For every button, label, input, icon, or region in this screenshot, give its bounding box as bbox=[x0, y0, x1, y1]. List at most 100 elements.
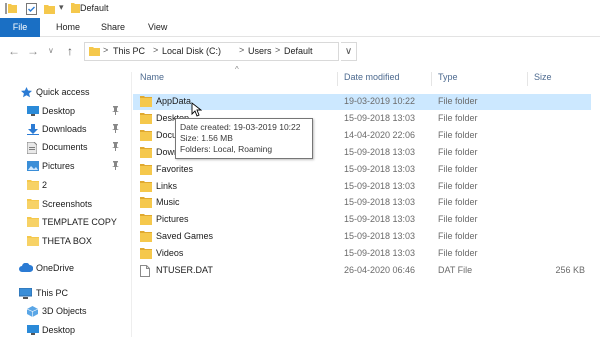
tooltip-folders: Folders: Local, Roaming bbox=[180, 144, 273, 154]
file-date-modified: 15-09-2018 13:03 bbox=[344, 197, 416, 207]
pin-icon[interactable] bbox=[112, 142, 119, 153]
file-name: NTUSER.DAT bbox=[156, 265, 213, 275]
address-bar[interactable]: > This PC > Local Disk (C:) > Users > De… bbox=[84, 42, 339, 61]
file-type: DAT File bbox=[438, 265, 473, 275]
sidebar-item-theta-box[interactable]: THETA BOX bbox=[0, 233, 130, 251]
column-header-name[interactable]: Name bbox=[140, 72, 164, 88]
sidebar-item-this-pc[interactable]: This PC bbox=[0, 285, 130, 303]
up-button[interactable]: ↑ bbox=[67, 44, 73, 58]
sidebar-item-documents[interactable]: Documents bbox=[0, 139, 130, 157]
sidebar-item-pictures[interactable]: Pictures bbox=[0, 158, 130, 176]
sidebar-item-label: This PC bbox=[36, 288, 69, 298]
column-divider[interactable] bbox=[527, 72, 528, 86]
sidebar-item-template-copy[interactable]: TEMPLATE COPY bbox=[0, 214, 130, 232]
sidebar-item-label: Documents bbox=[42, 142, 88, 152]
file-row[interactable]: Links 15-09-2018 13:03 File folder bbox=[133, 179, 591, 195]
download-icon bbox=[27, 124, 39, 137]
recent-locations-button[interactable]: ∨ bbox=[48, 46, 54, 55]
properties-icon[interactable] bbox=[26, 3, 37, 17]
sidebar-item-2[interactable]: 2 bbox=[0, 177, 130, 195]
new-folder-icon[interactable] bbox=[44, 3, 55, 16]
file-name: AppData bbox=[156, 96, 192, 106]
file-row[interactable]: Favorites 15-09-2018 13:03 File folder bbox=[133, 162, 591, 178]
crumb-separator: > bbox=[275, 45, 281, 55]
folder-tooltip: Date created: 19-03-2019 10:22 Size: 1.5… bbox=[175, 118, 313, 159]
tab-file[interactable]: File bbox=[0, 18, 40, 37]
file-row[interactable]: NTUSER.DAT 26-04-2020 06:46 DAT File 256 KB bbox=[133, 263, 591, 279]
file-icon bbox=[140, 265, 150, 279]
sidebar-item-label: Desktop bbox=[42, 106, 76, 116]
folder-app-icon bbox=[5, 3, 17, 16]
folder-icon bbox=[140, 164, 152, 177]
file-row[interactable]: Saved Games 15-09-2018 13:03 File folder bbox=[133, 229, 591, 245]
column-divider[interactable] bbox=[337, 72, 338, 86]
crumb-separator: > bbox=[103, 45, 109, 55]
folder-icon bbox=[140, 181, 152, 194]
folder-icon bbox=[140, 231, 152, 244]
folder-icon bbox=[27, 180, 39, 192]
sidebar-item-label: 2 bbox=[42, 180, 48, 190]
file-type: File folder bbox=[438, 214, 478, 224]
crumb-default[interactable]: Default bbox=[284, 46, 313, 56]
file-row[interactable]: Pictures 15-09-2018 13:03 File folder bbox=[133, 212, 591, 228]
file-name: Links bbox=[156, 181, 178, 191]
file-name: Saved Games bbox=[156, 231, 214, 241]
file-date-modified: 26-04-2020 06:46 bbox=[344, 265, 416, 275]
file-type: File folder bbox=[438, 181, 478, 191]
file-size: 256 KB bbox=[555, 265, 585, 275]
folder-icon bbox=[140, 197, 152, 210]
sidebar-item-label: OneDrive bbox=[36, 263, 75, 273]
desktop-icon bbox=[27, 106, 39, 118]
sidebar-item-quick-access[interactable]: Quick access bbox=[0, 84, 130, 102]
file-type: File folder bbox=[438, 96, 478, 106]
sidebar-item-label: Downloads bbox=[42, 124, 87, 134]
sidebar-item-label: THETA BOX bbox=[42, 236, 92, 246]
file-name: Pictures bbox=[156, 214, 189, 224]
folder-icon bbox=[140, 248, 152, 261]
sidebar-item-label: TEMPLATE COPY bbox=[42, 217, 117, 227]
cube-icon bbox=[26, 306, 39, 319]
sidebar-item-desktop[interactable]: Desktop bbox=[0, 103, 130, 121]
sidebar-item-label: 3D Objects bbox=[42, 306, 87, 316]
star-icon bbox=[21, 87, 32, 100]
sidebar-item-label: Quick access bbox=[36, 87, 90, 97]
file-row[interactable]: Music 15-09-2018 13:03 File folder bbox=[133, 195, 591, 211]
tab-home[interactable]: Home bbox=[56, 18, 80, 37]
file-type: File folder bbox=[438, 147, 478, 157]
title-separator-icon bbox=[70, 2, 80, 16]
tab-share[interactable]: Share bbox=[101, 18, 125, 37]
pictures-icon bbox=[27, 161, 39, 173]
column-divider[interactable] bbox=[431, 72, 432, 86]
qat-dropdown-icon[interactable]: ▾ bbox=[59, 2, 64, 13]
file-name: Favorites bbox=[156, 164, 194, 174]
sidebar-item-downloads[interactable]: Downloads bbox=[0, 121, 130, 139]
crumb-local-disk[interactable]: Local Disk (C:) bbox=[162, 46, 221, 56]
folder-location-icon bbox=[89, 46, 100, 58]
column-header-type[interactable]: Type bbox=[438, 72, 458, 88]
column-header-date[interactable]: Date modified bbox=[344, 72, 400, 88]
file-date-modified: 19-03-2019 10:22 bbox=[344, 96, 416, 106]
address-dropdown-button[interactable]: ∨ bbox=[341, 42, 357, 61]
column-header-size[interactable]: Size bbox=[534, 72, 552, 88]
file-row[interactable]: Videos 15-09-2018 13:03 File folder bbox=[133, 246, 591, 262]
back-button[interactable]: ← bbox=[8, 44, 20, 58]
pin-icon[interactable] bbox=[112, 106, 119, 117]
mouse-cursor-icon bbox=[191, 102, 203, 119]
document-icon bbox=[26, 141, 38, 156]
file-date-modified: 14-04-2020 22:06 bbox=[344, 130, 416, 140]
ribbon-tabs: File Home Share View bbox=[0, 18, 600, 37]
pin-icon[interactable] bbox=[112, 124, 119, 135]
tab-view[interactable]: View bbox=[148, 18, 167, 37]
file-date-modified: 15-09-2018 13:03 bbox=[344, 248, 416, 258]
pin-icon[interactable] bbox=[112, 161, 119, 172]
sidebar-item-desktop-pc[interactable]: Desktop bbox=[0, 322, 130, 337]
crumb-users[interactable]: Users bbox=[248, 46, 272, 56]
sidebar-item-onedrive[interactable]: OneDrive bbox=[0, 260, 130, 278]
crumb-this-pc[interactable]: This PC bbox=[113, 46, 145, 56]
crumb-separator: > bbox=[153, 45, 159, 55]
sidebar-item-3d-objects[interactable]: 3D Objects bbox=[0, 303, 130, 321]
file-type: File folder bbox=[438, 164, 478, 174]
forward-button[interactable]: → bbox=[27, 44, 39, 58]
sort-indicator-icon: ^ bbox=[235, 65, 239, 74]
sidebar-item-screenshots[interactable]: Screenshots bbox=[0, 196, 130, 214]
